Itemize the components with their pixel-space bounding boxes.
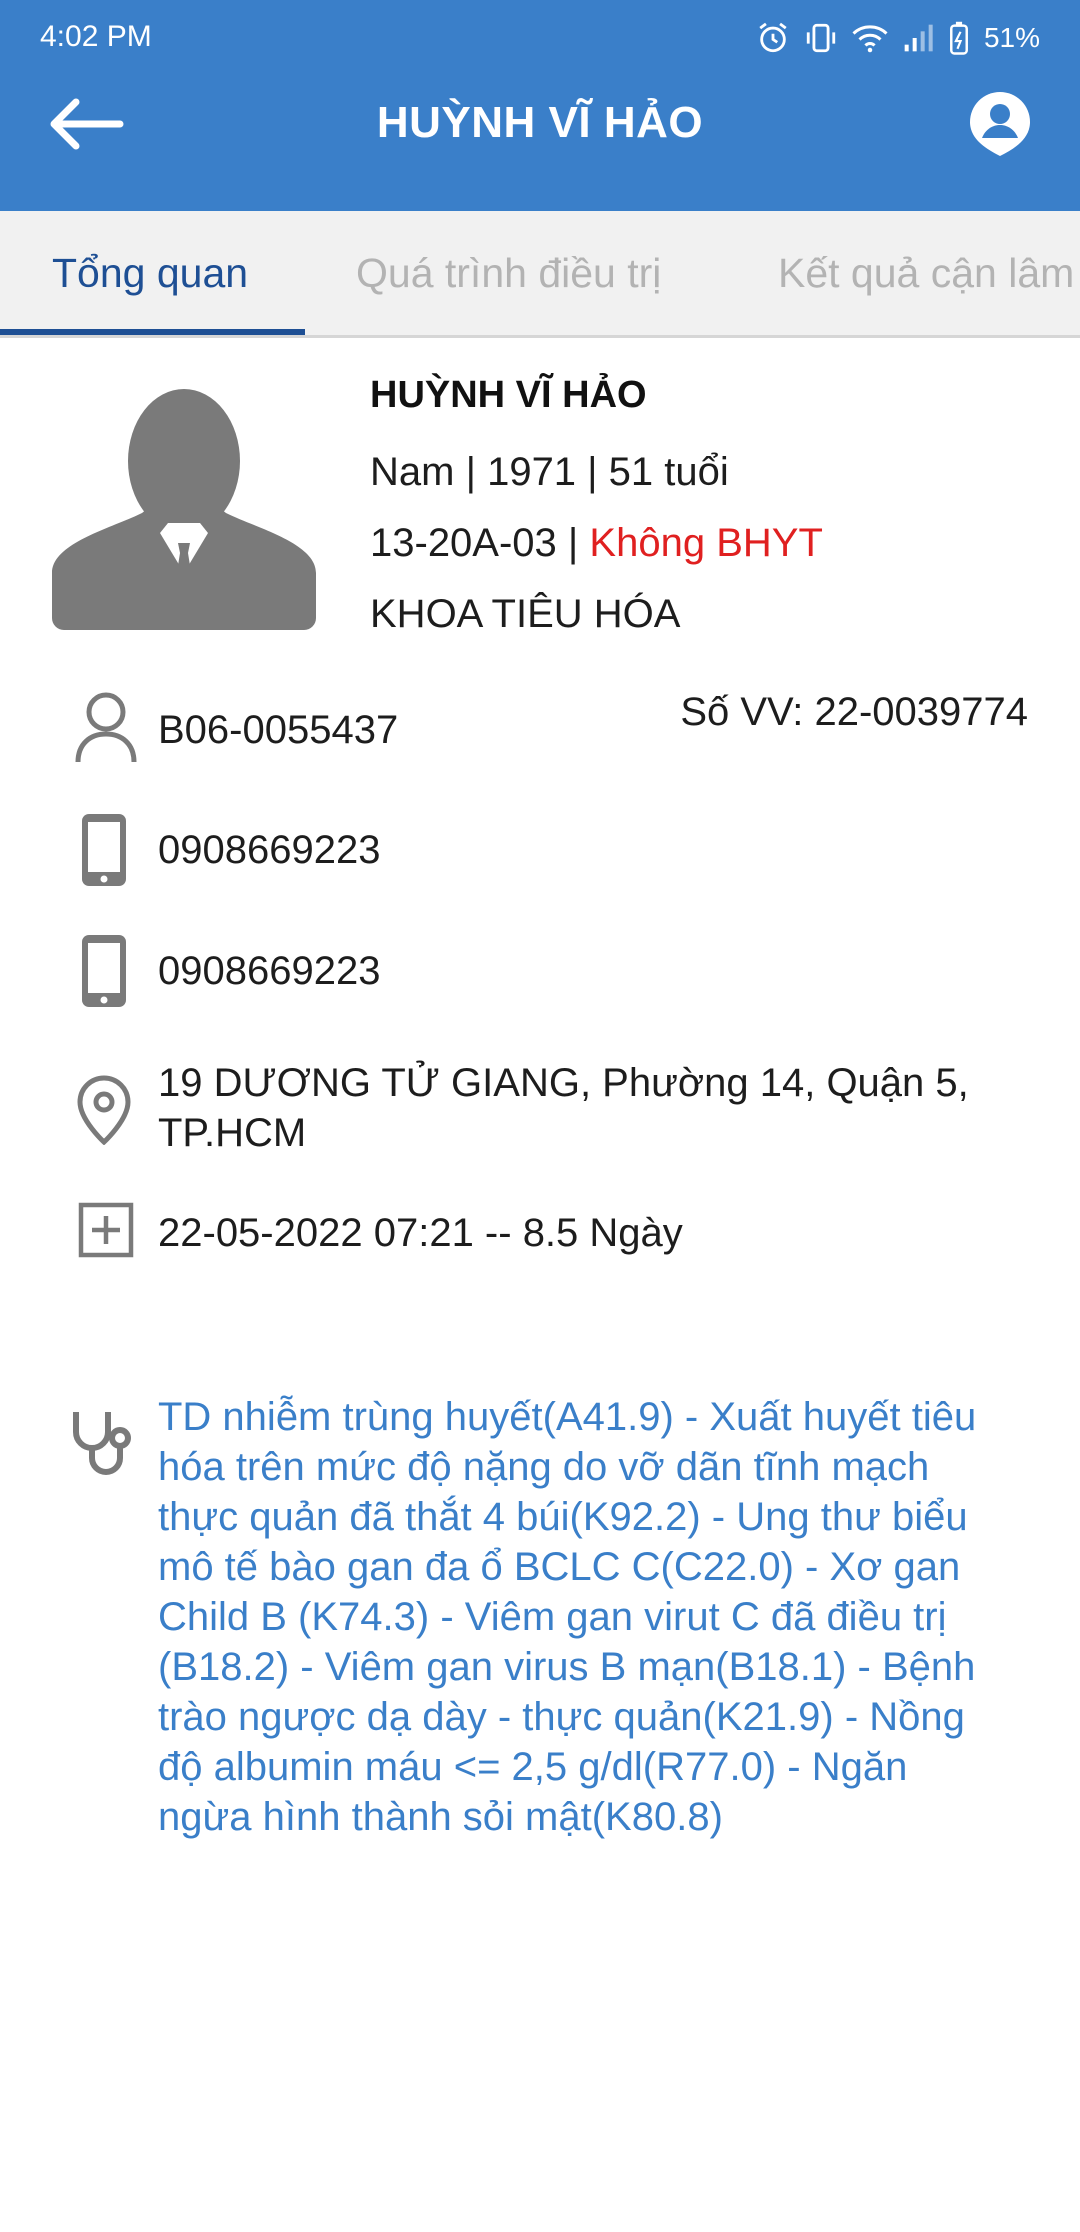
phone-icon <box>82 814 126 886</box>
app-bar: 4:02 PM 51% HUỲNH VĨ HẢO <box>0 0 1080 211</box>
admission-datetime: 22-05-2022 07:21 -- 8.5 Ngày <box>158 1211 683 1255</box>
page-title: HUỲNH VĨ HẢO <box>376 98 704 147</box>
user-pin-icon <box>970 92 1030 156</box>
battery-percent: 51% <box>983 22 1040 53</box>
alarm-icon <box>759 22 787 53</box>
diagnosis-text: TD nhiễm trùng huyết(A41.9) - Xuất huyết… <box>158 1395 977 1839</box>
patient-address: 19 DƯƠNG TỬ GIANG, Phường 14, Quận 5, TP… <box>158 1061 969 1155</box>
tab-lab-results[interactable]: Kết quả cận lâm <box>778 211 1074 335</box>
wifi-icon <box>852 25 888 53</box>
status-time: 4:02 PM <box>40 20 152 53</box>
insurance-status: Không BHYT <box>589 521 823 565</box>
patient-demographics: Nam | 1971 | 51 tuổi <box>370 450 729 494</box>
person-silhouette-icon <box>52 389 316 630</box>
tab-bar: Tổng quan Quá trình điều trị Kết quả cận… <box>0 211 1080 338</box>
location-pin-icon <box>77 1075 131 1145</box>
patient-bed: 13-20A-03 | <box>370 521 590 565</box>
tab-overview[interactable]: Tổng quan <box>52 211 248 335</box>
patient-bed-insurance: 13-20A-03 | Không BHYT <box>370 508 823 579</box>
phone-number-1[interactable]: 0908669223 <box>158 825 380 875</box>
patient-name: HUỲNH VĨ HẢO <box>370 374 647 416</box>
patient-department: KHOA TIÊU HÓA <box>370 592 681 636</box>
tab-treatment-history[interactable]: Quá trình điều trị <box>356 211 661 335</box>
phone-icon <box>82 935 126 1007</box>
signal-icon <box>904 24 933 52</box>
status-icons: 51% <box>756 18 1040 58</box>
battery-icon <box>949 21 968 55</box>
vibrate-icon <box>806 23 836 53</box>
tab-active-indicator <box>0 329 305 335</box>
medical-plus-icon <box>78 1202 134 1258</box>
admission-number: Số VV: 22-0039774 <box>680 690 1028 734</box>
person-icon <box>75 692 137 763</box>
phone-number-2[interactable]: 0908669223 <box>158 946 380 996</box>
patient-summary: HUỲNH VĨ HẢO Nam | 1971 | 51 tuổi 13-20A… <box>370 365 823 650</box>
profile-button[interactable] <box>968 90 1032 158</box>
stethoscope-icon <box>73 1412 131 1475</box>
patient-id: B06-0055437 <box>158 708 399 752</box>
patient-avatar <box>52 383 316 630</box>
